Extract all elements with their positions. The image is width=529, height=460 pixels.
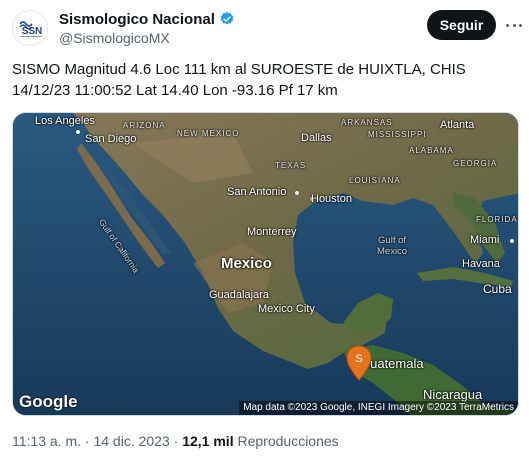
map-label-atlanta: Atlanta [440,119,475,131]
map-label-florida: FLORIDA [476,215,518,224]
city-dot [510,239,514,243]
map-label-cuba: Cuba [483,282,512,296]
meta-separator: · [173,433,179,449]
map-label-miami: Miami [470,234,500,246]
map-label-havana: Havana [462,258,500,270]
account-names: Sismologico Nacional @SismologicoMX [59,10,235,46]
city-dot [295,191,299,195]
map-label-alabama: ALABAMA [409,146,454,155]
map-image[interactable]: Los Angeles San Diego ARIZONA NEW MEXICO… [12,112,519,416]
tweet-date[interactable]: 14 dic. 2023 [93,433,169,449]
tweet-meta: 11:13 a. m. · 14 dic. 2023 · 12,1 mil Re… [12,433,339,449]
map-label-mississippi: MISSISSIPPI [368,130,427,139]
google-logo: Google [19,392,78,411]
epicenter-marker-icon[interactable]: S [346,345,372,381]
map-label-houston: Houston [311,193,352,205]
display-name[interactable]: Sismologico Nacional [59,11,215,28]
map-label-georgia: GEORGIA [453,159,498,168]
map-label-san-diego: San Diego [85,133,137,145]
marker-label: S [355,353,362,365]
map-label-monterrey: Monterrey [247,226,297,238]
tweet-header: SSN Sismologico Nacional @SismologicoMX … [0,0,529,52]
verified-badge-icon [220,12,234,25]
map-label-louisiana: LOUISIANA [349,176,401,185]
map-label-arkansas: ARKANSAS [341,118,393,127]
city-dot [76,130,80,134]
avatar-text: SSN [22,26,43,37]
map-label-arizona: ARIZONA [123,121,166,130]
meta-separator: · [84,433,90,449]
map-label-san-antonio: San Antonio [227,186,287,198]
map-label-nicaragua: Nicaragua [423,387,483,402]
map-label-mexico: Mexico [221,255,272,272]
tweet-time[interactable]: 11:13 a. m. [12,433,81,449]
map-label-texas: TEXAS [275,161,307,170]
map-label-guadalajara: Guadalajara [209,289,269,301]
tweet-text: SISMO Magnitud 4.6 Loc 111 km al SUROEST… [12,61,466,99]
more-icon[interactable] [504,15,524,35]
view-count: 12,1 mil [182,433,234,449]
avatar[interactable]: SSN [12,10,48,46]
map-label-gulf-of-mexico: Gulf of Mexico [377,235,408,257]
map-label-los-angeles: Los Angeles [35,115,95,127]
map-label-dallas: Dallas [301,132,332,144]
map-label-mexico-city: Mexico City [258,303,315,315]
views-label: Reproducciones [237,433,339,449]
account-handle[interactable]: @SismologicoMX [59,30,235,46]
display-name-row[interactable]: Sismologico Nacional [59,10,235,28]
map-attribution[interactable]: Map data ©2023 Google, INEGI Imagery ©20… [239,401,518,415]
map-label-new-mexico: NEW MEXICO [177,129,240,138]
follow-button[interactable]: Seguir [427,10,496,40]
ssn-logo-icon: SSN [19,21,43,37]
